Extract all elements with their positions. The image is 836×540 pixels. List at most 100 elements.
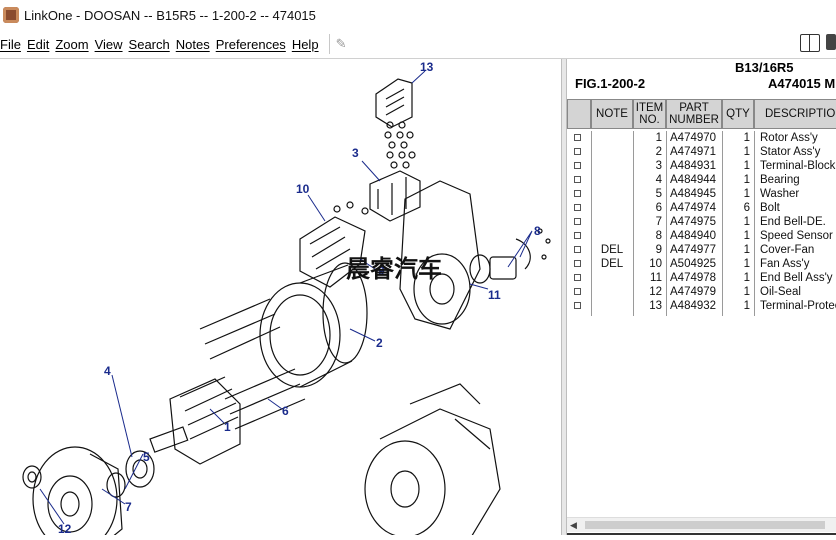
callout-7: 7 xyxy=(125,500,132,514)
row-checkbox[interactable] xyxy=(574,260,581,267)
row-checkbox[interactable] xyxy=(574,134,581,141)
column-header-qty[interactable]: QTY xyxy=(722,99,754,129)
row-checkbox[interactable] xyxy=(574,148,581,155)
item-no-cell: 3 xyxy=(655,160,662,172)
column-header-item-no[interactable]: ITEM NO. xyxy=(633,99,666,129)
note-cell: DEL xyxy=(600,244,624,256)
item-no-cell: 8 xyxy=(655,230,662,242)
table-row[interactable]: 13 A484932 1 Terminal-Protect xyxy=(567,299,836,313)
menu-edit[interactable]: Edit xyxy=(27,37,52,52)
description-cell: Washer xyxy=(760,188,800,200)
qty-cell: 1 xyxy=(743,160,750,172)
column-header-note[interactable]: NOTE xyxy=(591,99,633,129)
description-cell: Rotor Ass'y xyxy=(760,132,818,144)
table-row[interactable]: 12 A474979 1 Oil-Seal xyxy=(567,285,836,299)
table-row[interactable]: 6 A474974 6 Bolt xyxy=(567,201,836,215)
column-header-select xyxy=(567,99,591,129)
title-bar: LinkOne - DOOSAN -- B15R5 -- 1-200-2 -- … xyxy=(0,0,836,30)
toolbar-right xyxy=(800,34,836,52)
menu-view[interactable]: View xyxy=(95,37,126,52)
item-no-cell: 9 xyxy=(655,244,662,256)
qty-cell: 1 xyxy=(743,188,750,200)
description-cell: Oil-Seal xyxy=(760,286,801,298)
description-cell: Bearing xyxy=(760,174,800,186)
part-number-cell[interactable]: A484945 xyxy=(670,187,730,201)
bearing-part xyxy=(125,450,155,488)
window-icon[interactable] xyxy=(826,34,836,50)
table-row[interactable]: 4 A484944 1 Bearing xyxy=(567,173,836,187)
row-checkbox[interactable] xyxy=(574,176,581,183)
part-number-cell[interactable]: A474977 xyxy=(670,243,730,257)
qty-cell: 1 xyxy=(743,244,750,256)
part-number-cell[interactable]: A474978 xyxy=(670,271,730,285)
parts-pane: B13/16R5 FIG.1-200-2 A474015 M NOTE ITEM… xyxy=(567,59,836,535)
part-number-cell[interactable]: A474974 xyxy=(670,201,730,215)
column-header-part-number[interactable]: PART NUMBER xyxy=(666,99,722,129)
part-number-cell[interactable]: A484932 xyxy=(670,299,730,313)
item-no-cell: 7 xyxy=(655,216,662,228)
oil-seal-part xyxy=(22,465,42,489)
table-row[interactable]: 8 A484940 1 Speed Sensor K xyxy=(567,229,836,243)
book-icon[interactable] xyxy=(800,34,820,52)
part-number-cell[interactable]: A484940 xyxy=(670,229,730,243)
part-number-cell[interactable]: A474975 xyxy=(670,215,730,229)
menu-notes[interactable]: Notes xyxy=(176,37,213,52)
row-checkbox[interactable] xyxy=(574,246,581,253)
table-row[interactable]: 11 A474978 1 End Bell Ass'y xyxy=(567,271,836,285)
end-bell-part xyxy=(399,180,481,330)
callout-12: 12 xyxy=(58,522,72,535)
callout-8: 8 xyxy=(534,224,541,238)
part-number-cell[interactable]: A484931 xyxy=(670,159,730,173)
row-checkbox[interactable] xyxy=(574,288,581,295)
menu-help[interactable]: Help xyxy=(292,37,322,52)
menu-preferences[interactable]: Preferences xyxy=(216,37,289,52)
bolts-part xyxy=(199,298,306,430)
part-number-cell[interactable]: A474979 xyxy=(670,285,730,299)
table-row[interactable]: 2 A474971 1 Stator Ass'y xyxy=(567,145,836,159)
window-title: LinkOne - DOOSAN -- B15R5 -- 1-200-2 -- … xyxy=(24,7,316,23)
table-row[interactable]: 7 A474975 1 End Bell-DE. xyxy=(567,215,836,229)
description-cell: Stator Ass'y xyxy=(760,146,821,158)
column-header-description[interactable]: DESCRIPTION xyxy=(754,99,836,129)
row-checkbox[interactable] xyxy=(574,274,581,281)
qty-cell: 1 xyxy=(743,286,750,298)
menu-file[interactable]: File xyxy=(0,37,24,52)
callout-13: 13 xyxy=(420,60,434,74)
scrollbar-thumb[interactable] xyxy=(585,521,825,529)
row-checkbox[interactable] xyxy=(574,302,581,309)
part-ref-label: A474015 M xyxy=(768,76,836,91)
item-no-cell: 1 xyxy=(655,132,662,144)
menu-bar: File Edit Zoom View Search Notes Prefere… xyxy=(0,30,836,59)
table-row[interactable]: 3 A484931 1 Terminal-Block xyxy=(567,159,836,173)
row-checkbox[interactable] xyxy=(574,232,581,239)
row-checkbox[interactable] xyxy=(574,162,581,169)
menu-zoom[interactable]: Zoom xyxy=(55,37,91,52)
callout-3: 3 xyxy=(352,146,359,160)
horizontal-scrollbar[interactable]: ◀ xyxy=(567,517,836,532)
row-checkbox[interactable] xyxy=(574,218,581,225)
pin-icon[interactable]: ✎ xyxy=(336,37,350,51)
table-row[interactable]: 1 A474970 1 Rotor Ass'y xyxy=(567,131,836,145)
table-row[interactable]: 5 A484945 1 Washer xyxy=(567,187,836,201)
part-number-cell[interactable]: A474970 xyxy=(670,131,730,145)
callout-1: 1 xyxy=(224,420,231,434)
exploded-diagram: 13 3 10 9 11 8 2 4 6 5 1 7 12 晨睿汽车 xyxy=(22,60,551,540)
row-checkbox[interactable] xyxy=(574,190,581,197)
part-number-cell[interactable]: A504925 xyxy=(670,257,730,271)
part-number-cell[interactable]: A484944 xyxy=(670,173,730,187)
part-number-cell[interactable]: A474971 xyxy=(670,145,730,159)
model-label: B13/16R5 xyxy=(735,60,794,75)
watermark: 晨睿汽车 xyxy=(346,255,442,283)
leader-lines xyxy=(39,70,533,525)
scroll-left-arrow-icon[interactable]: ◀ xyxy=(570,520,577,531)
qty-cell: 1 xyxy=(743,272,750,284)
table-row[interactable]: DEL 9 A474977 1 Cover-Fan xyxy=(567,243,836,257)
note-cell: DEL xyxy=(600,258,624,270)
table-row[interactable]: DEL 10 A504925 1 Fan Ass'y xyxy=(567,257,836,271)
item-no-cell: 12 xyxy=(649,286,662,298)
row-checkbox[interactable] xyxy=(574,204,581,211)
item-no-cell: 5 xyxy=(655,188,662,200)
qty-cell: 1 xyxy=(743,300,750,312)
nut-stack-part xyxy=(384,121,416,169)
menu-search[interactable]: Search xyxy=(129,37,173,52)
